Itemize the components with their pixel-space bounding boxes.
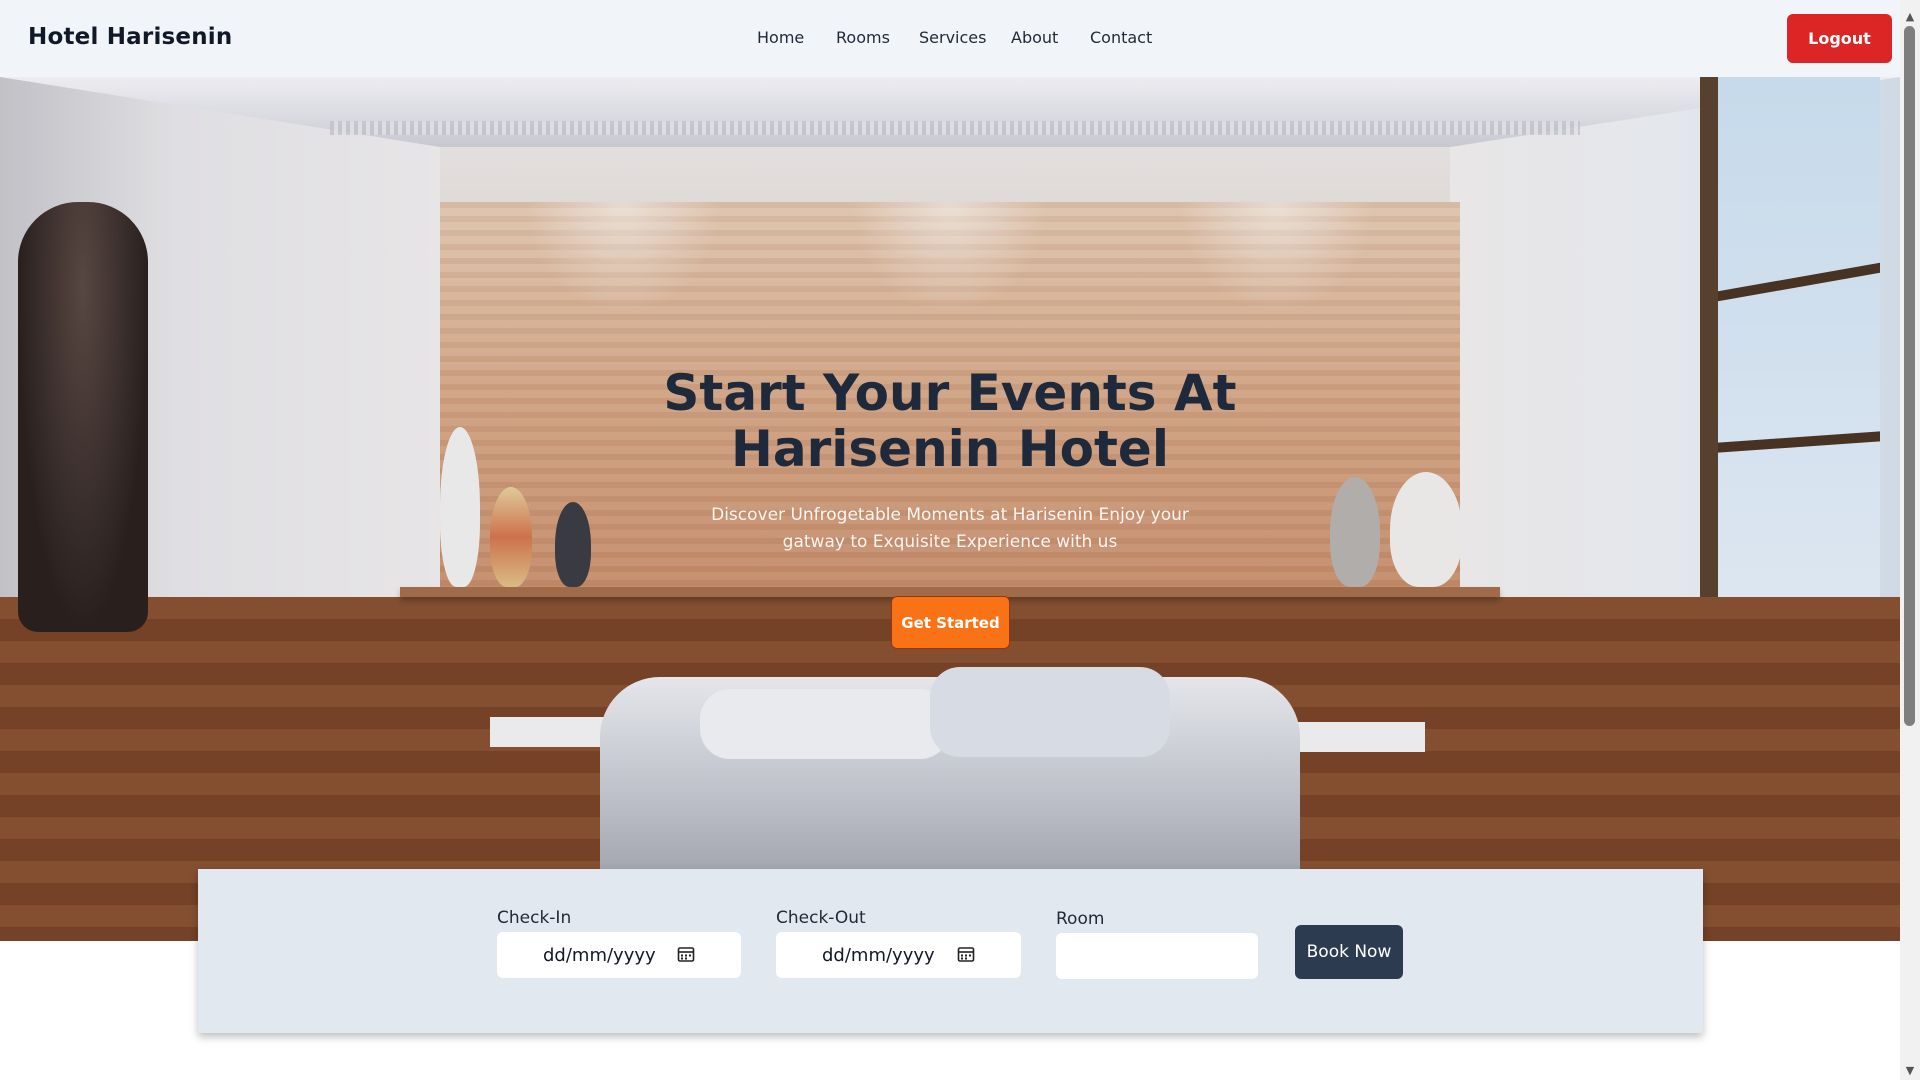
calendar-icon[interactable] <box>677 945 695 963</box>
checkin-date-input[interactable]: dd/mm/yyyy <box>497 932 741 978</box>
scroll-down-arrow-icon[interactable]: ▼ <box>1900 1062 1920 1080</box>
scroll-up-arrow-icon[interactable]: ▲ <box>1900 8 1920 26</box>
navbar: Hotel Harisenin Home Rooms Services Abou… <box>0 0 1900 77</box>
nav-link-about[interactable]: About <box>1011 28 1058 47</box>
hero-title-line-2: Harisenin Hotel <box>731 420 1169 478</box>
nav-link-rooms[interactable]: Rooms <box>836 28 890 47</box>
logout-button[interactable]: Logout <box>1787 14 1892 63</box>
nav-link-home[interactable]: Home <box>757 28 804 47</box>
hero-subtitle: Discover Unfrogetable Moments at Harisen… <box>710 502 1190 556</box>
page-scrollbar[interactable]: ▲ ▼ <box>1900 0 1920 1080</box>
room-input[interactable] <box>1056 933 1258 979</box>
booking-form: Check-In dd/mm/yyyy Check-Out dd/mm/yyyy… <box>198 869 1703 1033</box>
hero-subtitle-line-2: gatway to Exquisite Experience with us <box>782 532 1118 552</box>
hero-subtitle-line-1: Discover Unfrogetable Moments at Harisen… <box>711 505 1189 525</box>
nav-link-services[interactable]: Services <box>919 28 986 47</box>
checkin-label: Check-In <box>497 908 572 928</box>
hero-section: Start Your Events At Harisenin Hotel Dis… <box>0 77 1900 941</box>
main-nav: Home Rooms Services About Contact <box>0 0 1900 77</box>
scrollbar-thumb[interactable] <box>1904 26 1915 726</box>
room-label: Room <box>1056 909 1105 929</box>
nav-link-contact[interactable]: Contact <box>1090 28 1152 47</box>
checkout-date-input[interactable]: dd/mm/yyyy <box>776 932 1021 978</box>
hero-title-line-1: Start Your Events At <box>663 364 1237 422</box>
checkout-label: Check-Out <box>776 908 866 928</box>
checkin-date-value: dd/mm/yyyy <box>543 944 656 966</box>
get-started-button[interactable]: Get Started <box>891 596 1010 649</box>
checkout-date-value: dd/mm/yyyy <box>822 944 935 966</box>
calendar-icon[interactable] <box>957 945 975 963</box>
hero-title: Start Your Events At Harisenin Hotel <box>0 365 1900 477</box>
book-now-button[interactable]: Book Now <box>1295 925 1403 979</box>
